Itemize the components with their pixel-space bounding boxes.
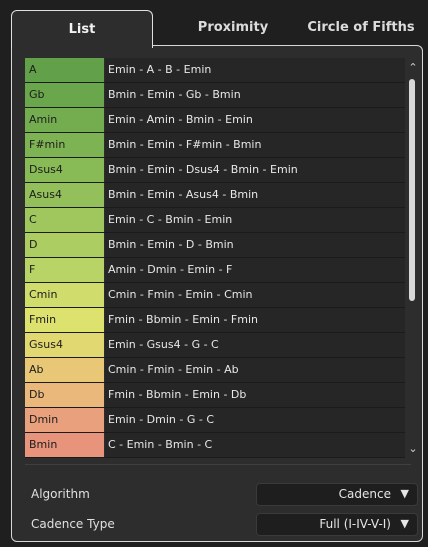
chord-cell: Dmin — [25, 408, 104, 432]
progression-cell: Cmin - Fmin - Emin - Ab — [105, 358, 405, 382]
chord-cell: Fmin — [25, 308, 104, 332]
progression-cell: Bmin - Emin - D - Bmin — [105, 233, 405, 257]
chord-cell: F — [25, 258, 104, 282]
vertical-scrollbar[interactable]: ⌃ ⌄ — [406, 58, 420, 458]
tab-circle-of-fifths[interactable]: Circle of Fifths — [298, 10, 424, 44]
chord-cell: F#min — [25, 133, 104, 157]
progression-cell: Emin - Amin - Bmin - Emin — [105, 108, 405, 132]
progression-cell: Bmin - Emin - F#min - Bmin — [105, 133, 405, 157]
scroll-down-icon[interactable]: ⌄ — [406, 442, 420, 456]
list-item[interactable]: Dsus4 Bmin - Emin - Dsus4 - Bmin - Emin — [25, 158, 405, 183]
chord-cell: C — [25, 208, 104, 232]
chord-cell: Gsus4 — [25, 333, 104, 357]
list-item[interactable]: Dmin Emin - Dmin - G - C — [25, 408, 405, 433]
dropdown-arrow-icon: ▼ — [400, 487, 409, 500]
progression-cell: Bmin - Emin - Dsus4 - Bmin - Emin — [105, 158, 405, 182]
chord-list[interactable]: A Emin - A - B - Emin Gb Bmin - Emin - Gb -… — [25, 58, 405, 458]
list-item[interactable]: A Emin - A - B - Emin — [25, 58, 405, 83]
list-item[interactable]: F Amin - Dmin - Emin - F — [25, 258, 405, 283]
tab-bar: List Proximity Circle of Fifths — [0, 0, 428, 48]
list-item[interactable]: Fmin Fmin - Bbmin - Emin - Fmin — [25, 308, 405, 333]
scroll-up-icon[interactable]: ⌃ — [406, 61, 420, 75]
list-item[interactable]: Db Fmin - Bbmin - Emin - Db — [25, 383, 405, 408]
list-item[interactable]: F#min Bmin - Emin - F#min - Bmin — [25, 133, 405, 158]
chord-assistant-panel: A Emin - A - B - Emin Gb Bmin - Emin - Gb -… — [11, 45, 423, 542]
chord-cell: Cmin — [25, 283, 104, 307]
cadence-type-value: Full (I-IV-V-I) — [319, 517, 391, 531]
tab-proximity[interactable]: Proximity — [178, 10, 288, 44]
chord-cell: Ab — [25, 358, 104, 382]
cadence-type-select[interactable]: Full (I-IV-V-I) ▼ — [256, 513, 418, 536]
progression-cell: Emin - C - Bmin - Emin — [105, 208, 405, 232]
progression-cell: Bmin - Emin - Asus4 - Bmin — [105, 183, 405, 207]
progression-cell: Fmin - Bbmin - Emin - Fmin — [105, 308, 405, 332]
list-item[interactable]: C Emin - C - Bmin - Emin — [25, 208, 405, 233]
list-item[interactable]: Gb Bmin - Emin - Gb - Bmin — [25, 83, 405, 108]
cadence-type-label: Cadence Type — [31, 517, 115, 531]
chord-cell: A — [25, 58, 104, 82]
progression-cell: Fmin - Bbmin - Emin - Db — [105, 383, 405, 407]
divider — [25, 464, 411, 465]
list-item[interactable]: Asus4 Bmin - Emin - Asus4 - Bmin — [25, 183, 405, 208]
progression-cell: C - Emin - Bmin - C — [105, 433, 405, 457]
progression-cell: Emin - A - B - Emin — [105, 58, 405, 82]
progression-cell: Emin - Dmin - G - C — [105, 408, 405, 432]
algorithm-value: Cadence — [338, 487, 391, 501]
list-item[interactable]: Amin Emin - Amin - Bmin - Emin — [25, 108, 405, 133]
scrollbar-thumb[interactable] — [409, 79, 415, 301]
list-item[interactable]: Ab Cmin - Fmin - Emin - Ab — [25, 358, 405, 383]
algorithm-label: Algorithm — [31, 487, 90, 501]
chord-cell: Asus4 — [25, 183, 104, 207]
list-item[interactable]: Gsus4 Emin - Gsus4 - G - C — [25, 333, 405, 358]
list-item[interactable]: Cmin Cmin - Fmin - Emin - Cmin — [25, 283, 405, 308]
progression-cell: Bmin - Emin - Gb - Bmin — [105, 83, 405, 107]
tab-list[interactable]: List — [11, 10, 153, 48]
chord-cell: Amin — [25, 108, 104, 132]
chord-cell: Dsus4 — [25, 158, 104, 182]
list-item[interactable]: Bmin C - Emin - Bmin - C — [25, 433, 405, 458]
algorithm-select[interactable]: Cadence ▼ — [256, 483, 418, 506]
chord-cell: Gb — [25, 83, 104, 107]
list-item[interactable]: D Bmin - Emin - D - Bmin — [25, 233, 405, 258]
progression-cell: Cmin - Fmin - Emin - Cmin — [105, 283, 405, 307]
progression-cell: Emin - Gsus4 - G - C — [105, 333, 405, 357]
chord-cell: Db — [25, 383, 104, 407]
progression-cell: Amin - Dmin - Emin - F — [105, 258, 405, 282]
dropdown-arrow-icon: ▼ — [400, 517, 409, 530]
chord-cell: Bmin — [25, 433, 104, 457]
chord-cell: D — [25, 233, 104, 257]
